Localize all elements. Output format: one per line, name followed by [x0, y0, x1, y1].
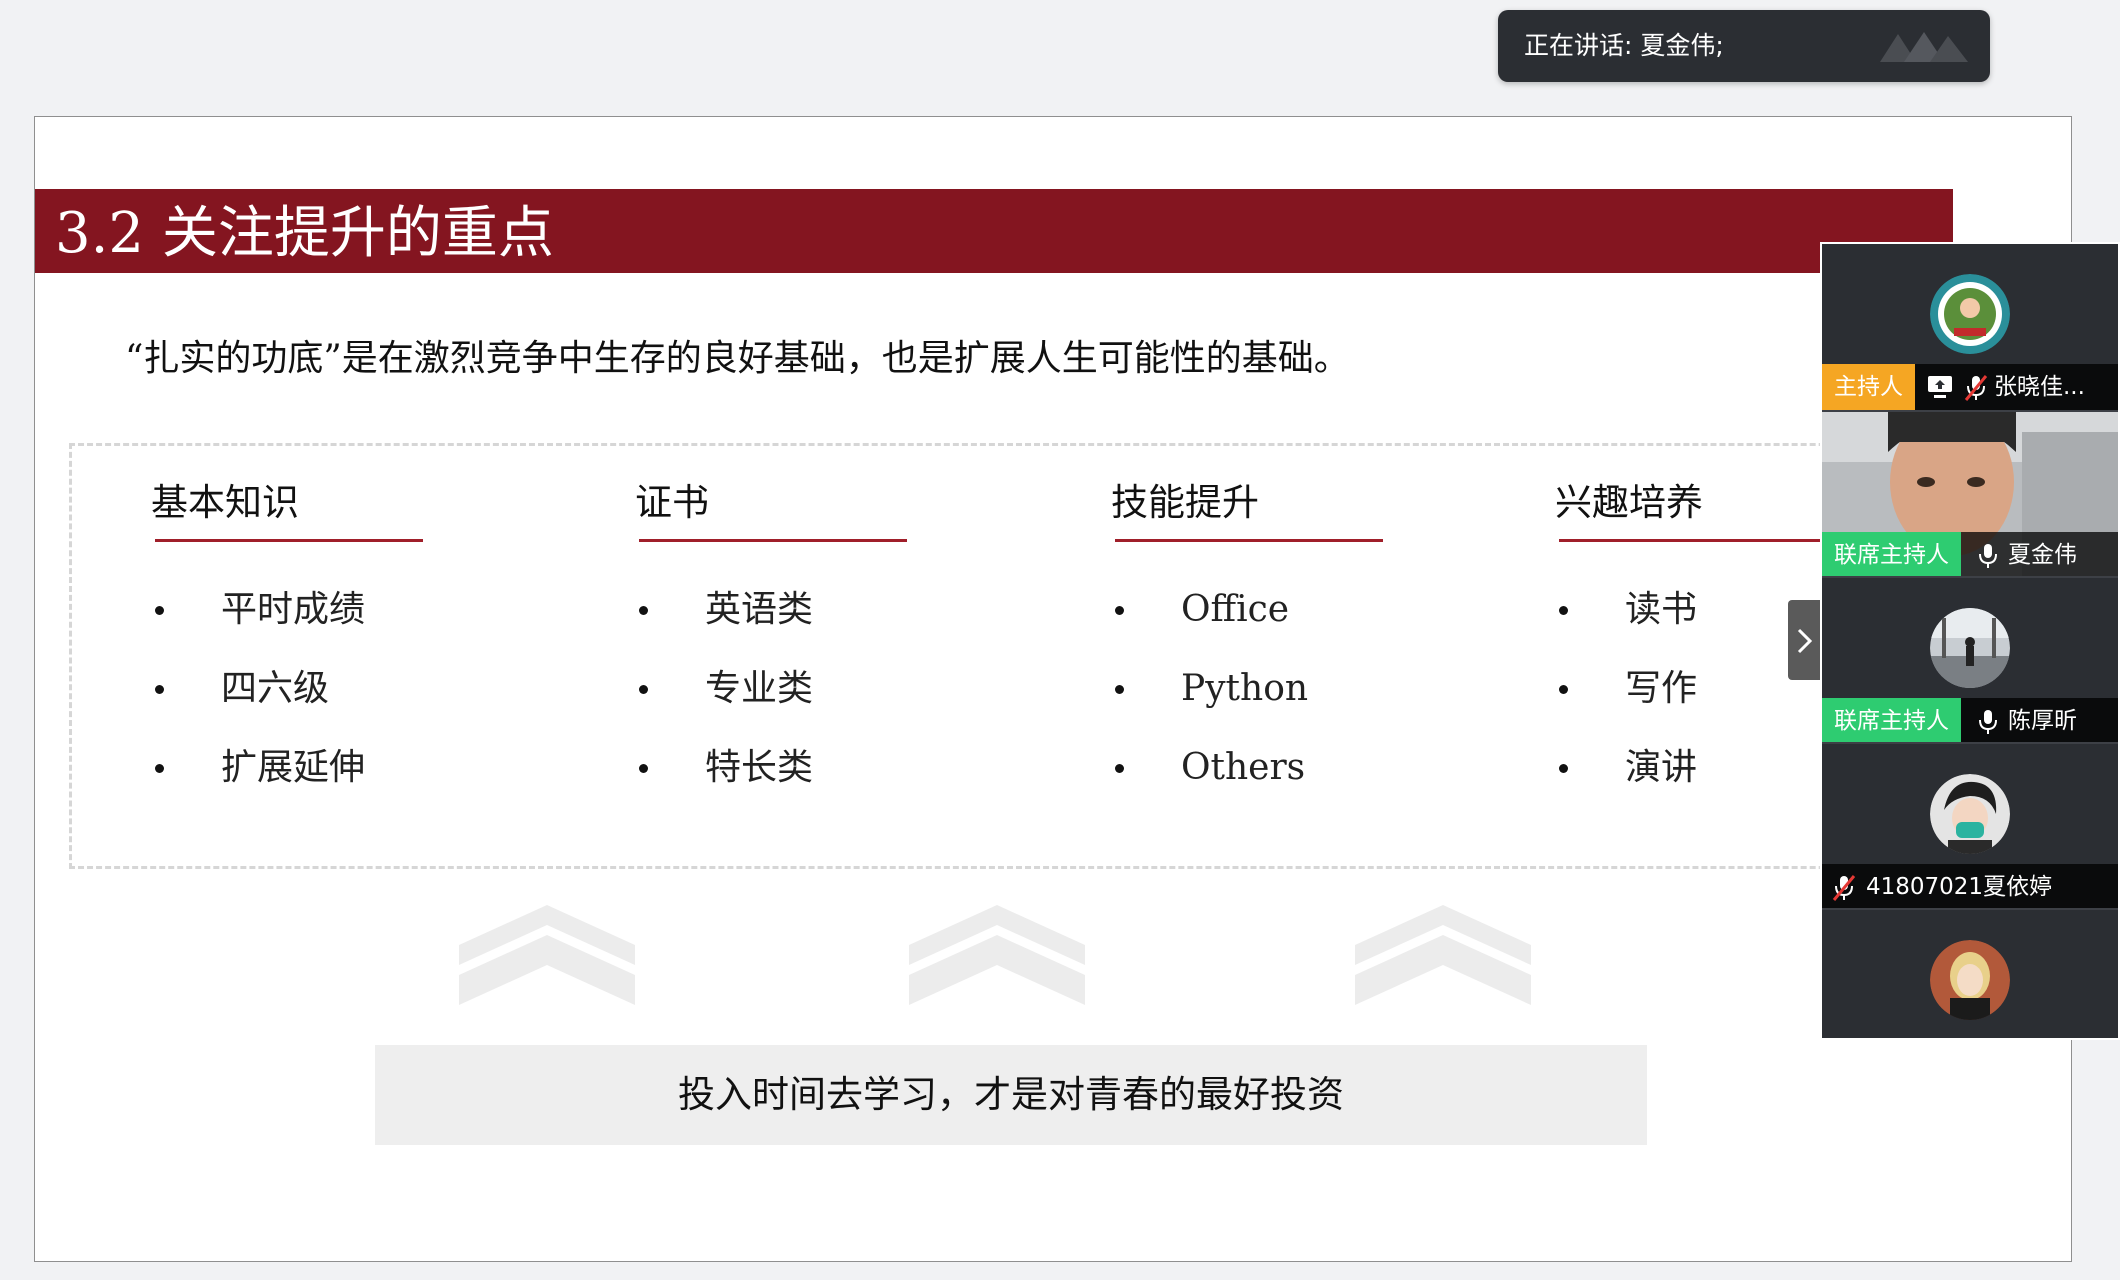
participant-tile[interactable] — [1822, 908, 2118, 1038]
bullet-icon — [1559, 606, 1568, 615]
list-item: Others — [1111, 728, 1471, 807]
chevron-up-icon — [459, 905, 635, 1005]
bullet-icon — [1559, 764, 1568, 773]
shared-slide: 3.2 关注提升的重点 “扎实的功底”是在激烈竞争中生存的良好基础，也是扩展人生… — [34, 116, 2072, 1262]
list-item-text: Python — [1181, 668, 1309, 709]
list-item-text: 扩展延伸 — [221, 747, 366, 788]
slide-subtitle: “扎实的功底”是在激烈竞争中生存的良好基础，也是扩展人生可能性的基础。 — [125, 338, 1350, 379]
column-certificates: 证书 英语类 专业类 特长类 — [635, 479, 995, 807]
participant-tile[interactable]: 联席主持人 陈厚昕 — [1822, 576, 2118, 744]
name-bar: 联席主持人 陈厚昕 — [1822, 698, 2118, 744]
column-header: 证书 — [635, 481, 709, 524]
name-bar: 41807021夏依婷 — [1822, 864, 2118, 910]
list-item-text: 特长类 — [705, 747, 814, 788]
meeting-logo-icon — [1880, 32, 1968, 62]
meeting-screen: 正在讲话: 夏金伟; 3.2 关注提升的重点 “扎实的功底”是在激烈竞争中生存的… — [0, 0, 2120, 1280]
list-item-text: Office — [1181, 589, 1290, 630]
column-header: 技能提升 — [1111, 481, 1259, 524]
list-item-text: 读书 — [1625, 589, 1698, 630]
participant-name: 夏金伟 — [2008, 542, 2077, 568]
mic-icon — [1979, 544, 1997, 568]
participant-tile[interactable]: 主持人 张晓佳... — [1822, 244, 2118, 410]
speaking-label: 正在讲话: 夏金伟; — [1524, 31, 1724, 60]
list-item-text: 专业类 — [705, 668, 814, 709]
list-item-text: 写作 — [1625, 668, 1698, 709]
role-badge-host: 主持人 — [1822, 364, 1915, 410]
bullet-icon — [639, 685, 648, 694]
list-item: 平时成绩 — [151, 570, 511, 649]
participants-panel: 主持人 张晓佳... 联席主持人 夏金伟 联席主持人 陈厚昕 41807021夏… — [1820, 242, 2120, 1040]
avatar — [1930, 940, 2010, 1020]
column-list: 英语类 专业类 特长类 — [635, 570, 995, 807]
mic-muted-icon — [1832, 875, 1856, 901]
role-badge-cohost: 联席主持人 — [1822, 698, 1961, 744]
bullet-icon — [1559, 685, 1568, 694]
column-underline — [639, 539, 907, 542]
slide-title-bar: 3.2 关注提升的重点 — [35, 189, 1953, 273]
chevron-right-icon — [1797, 628, 1813, 654]
column-basic-knowledge: 基本知识 平时成绩 四六级 扩展延伸 — [151, 479, 511, 807]
name-bar: 主持人 张晓佳... — [1822, 364, 2118, 410]
list-item-text: 平时成绩 — [221, 589, 366, 630]
list-item: 特长类 — [635, 728, 995, 807]
participant-tile[interactable]: 联席主持人 夏金伟 — [1822, 410, 2118, 578]
list-item-text: Others — [1181, 747, 1306, 788]
slide-footer-box: 投入时间去学习，才是对青春的最好投资 — [375, 1045, 1647, 1145]
list-item: 专业类 — [635, 649, 995, 728]
list-item-text: 四六级 — [221, 668, 330, 709]
chevron-up-icon — [909, 905, 1085, 1005]
avatar — [1930, 774, 2010, 854]
list-item: Office — [1111, 570, 1471, 649]
mic-icon — [1979, 710, 1997, 734]
expand-panel-button[interactable] — [1788, 600, 1822, 680]
chevron-up-icon — [1355, 905, 1531, 1005]
bullet-icon — [1115, 606, 1124, 615]
bullet-icon — [1115, 685, 1124, 694]
column-underline — [1559, 539, 1827, 542]
column-underline — [1115, 539, 1383, 542]
list-item-text: 演讲 — [1625, 747, 1698, 788]
bullet-icon — [155, 606, 164, 615]
avatar — [1930, 274, 2010, 354]
participant-name: 陈厚昕 — [2008, 708, 2077, 734]
participant-name: 41807021夏依婷 — [1866, 874, 2053, 900]
list-item: 英语类 — [635, 570, 995, 649]
bullet-icon — [639, 764, 648, 773]
bullet-icon — [639, 606, 648, 615]
bullet-icon — [155, 685, 164, 694]
list-item: 扩展延伸 — [151, 728, 511, 807]
screen-share-icon — [1928, 376, 1952, 398]
name-bar: 联席主持人 夏金伟 — [1822, 532, 2118, 578]
speaking-indicator: 正在讲话: 夏金伟; — [1498, 10, 1990, 82]
column-underline — [155, 539, 423, 542]
mic-muted-icon — [1964, 375, 1988, 401]
bullet-icon — [155, 764, 164, 773]
participant-tile[interactable]: 41807021夏依婷 — [1822, 742, 2118, 910]
role-badge-cohost: 联席主持人 — [1822, 532, 1961, 578]
bullet-icon — [1115, 764, 1124, 773]
column-header: 基本知识 — [151, 481, 299, 524]
slide-footer-text: 投入时间去学习，才是对青春的最好投资 — [678, 1073, 1344, 1116]
avatar — [1930, 608, 2010, 688]
participant-name: 张晓佳... — [1994, 374, 2085, 400]
list-item-text: 英语类 — [705, 589, 814, 630]
column-list: 平时成绩 四六级 扩展延伸 — [151, 570, 511, 807]
column-skills: 技能提升 Office Python Others — [1111, 479, 1471, 807]
column-list: Office Python Others — [1111, 570, 1471, 807]
list-item: 四六级 — [151, 649, 511, 728]
slide-title: 3.2 关注提升的重点 — [55, 201, 554, 266]
list-item: Python — [1111, 649, 1471, 728]
